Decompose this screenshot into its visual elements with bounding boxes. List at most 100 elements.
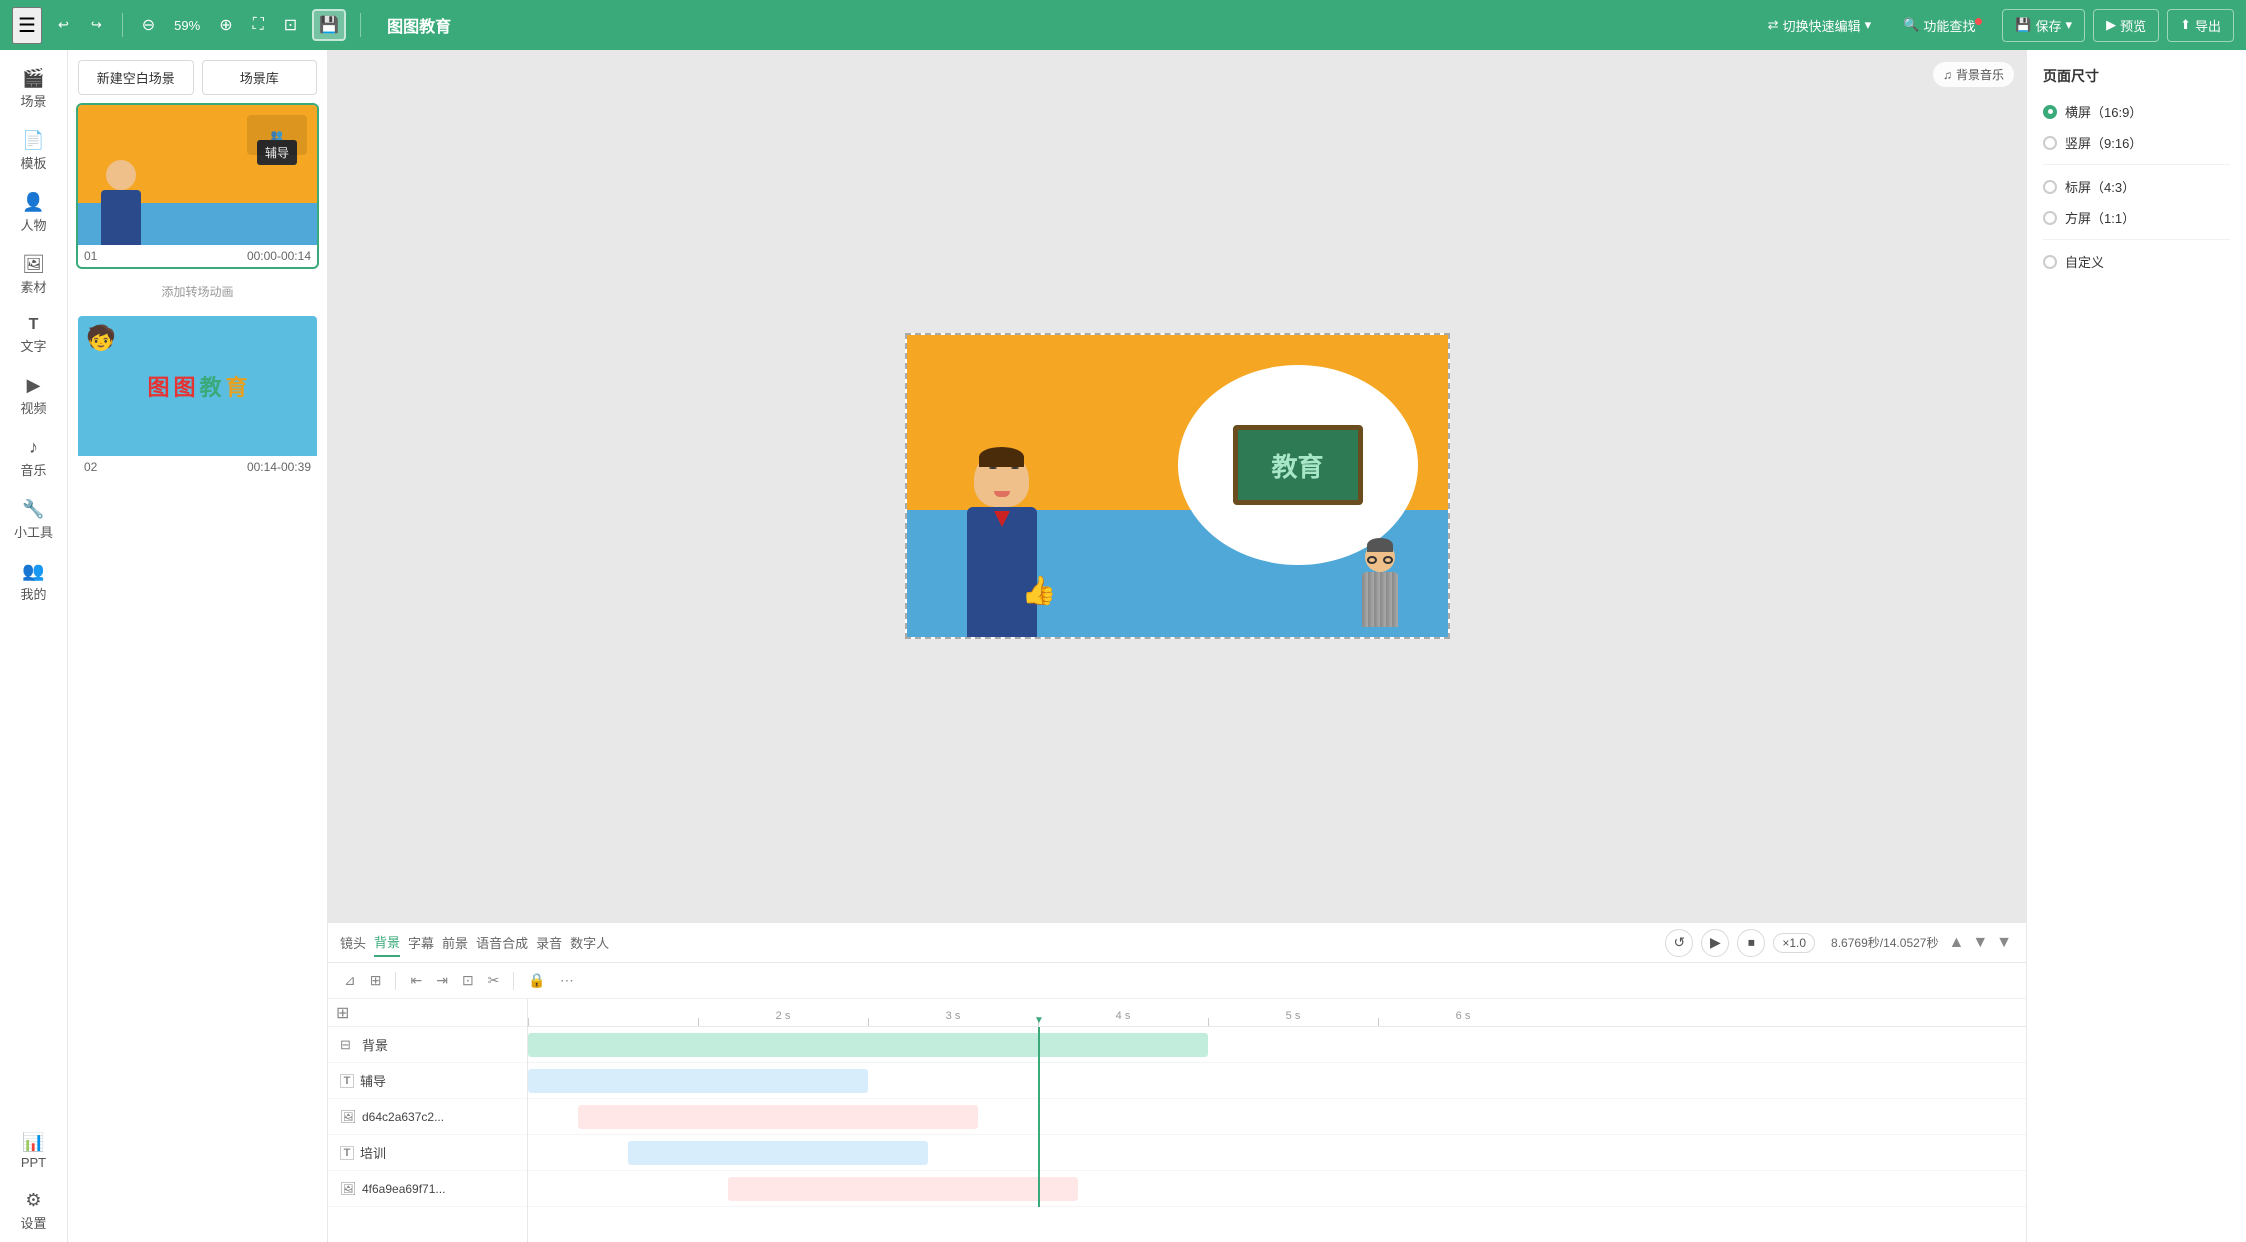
music-icon: ♪: [29, 437, 38, 458]
tab-lens[interactable]: 镜头: [340, 929, 366, 956]
layer-text-2[interactable]: T 培训: [328, 1135, 527, 1171]
add-transition-button[interactable]: 添加转场动画: [76, 277, 319, 306]
sidebar-item-scene[interactable]: 🎬 场景: [0, 58, 67, 120]
new-blank-scene-button[interactable]: 新建空白场景: [78, 60, 194, 95]
sidebar-item-character[interactable]: 👤 人物: [0, 182, 67, 244]
layer-image-1[interactable]: 🖼 d64c2a637c2...: [328, 1099, 527, 1135]
replay-button[interactable]: ↺: [1665, 929, 1693, 957]
arrow-down-icon: ▾: [1865, 17, 1872, 33]
timeline-ruler: 2 s 3 s 4 s 5 s 6 s: [528, 999, 2026, 1027]
timeline-up-arrow[interactable]: ▲: [1946, 934, 1966, 952]
scene-card-01[interactable]: 辅导 👥 01 00:00-00:14: [76, 103, 319, 269]
radio-landscape[interactable]: [2043, 105, 2057, 119]
ppt-icon: 📊: [22, 1132, 44, 1153]
radio-square[interactable]: [2043, 211, 2057, 225]
menu-button[interactable]: ☰: [12, 7, 42, 44]
grid-tool-button[interactable]: ⊞: [366, 970, 386, 991]
lock-button[interactable]: 🔒: [524, 970, 549, 991]
label-portrait: 竖屏（9:16）: [2065, 133, 2142, 152]
sidebar-label-mine: 我的: [20, 584, 46, 603]
tab-digital[interactable]: 数字人: [570, 929, 609, 956]
feature-search-button[interactable]: 🔍 功能查找: [1891, 10, 1994, 41]
tab-record[interactable]: 录音: [536, 929, 562, 956]
tab-foreground[interactable]: 前景: [442, 929, 468, 956]
bg-layer-icon: ⊟: [340, 1037, 356, 1053]
zoom-out-button[interactable]: ⊖: [137, 11, 160, 39]
distribute-button[interactable]: ⊡: [458, 970, 478, 991]
save-icon: 💾: [2015, 17, 2031, 33]
timeline-down-arrow[interactable]: ▼: [1970, 934, 1990, 952]
filter-tool-button[interactable]: ⊿: [340, 970, 360, 991]
play-button[interactable]: ▶: [1701, 929, 1729, 957]
layer-bg[interactable]: ⊟ 背景: [328, 1027, 527, 1063]
track-block-img2[interactable]: [728, 1177, 1078, 1201]
scene-card-02[interactable]: 图图教育 🧒 02 00:14-00:39: [76, 314, 319, 480]
radio-portrait[interactable]: [2043, 136, 2057, 150]
sidebar-item-ppt[interactable]: 📊 PPT: [0, 1122, 67, 1180]
radio-standard[interactable]: [2043, 180, 2057, 194]
layer-text-1-label: 辅导: [360, 1071, 386, 1090]
option-portrait[interactable]: 竖屏（9:16）: [2043, 133, 2230, 152]
preview-icon: ▶: [2106, 17, 2116, 33]
track-text-1: [528, 1063, 2026, 1099]
scene-library-button[interactable]: 场景库: [202, 60, 318, 95]
option-landscape[interactable]: 横屏（16:9）: [2043, 102, 2230, 121]
zoom-in-button[interactable]: ⊕: [214, 11, 237, 39]
settings-icon: ⚙: [25, 1190, 41, 1211]
bg-music-label: 背景音乐: [1956, 66, 2004, 83]
sidebar-item-settings[interactable]: ⚙ 设置: [0, 1180, 67, 1242]
label-standard: 标屏（4:3）: [2065, 177, 2135, 196]
option-custom[interactable]: 自定义: [2043, 252, 2230, 271]
ruler-mark-3s: 3 s: [868, 1010, 1038, 1022]
timeline-toolbar: ⊿ ⊞ ⇤ ⇥ ⊡ ✂ 🔒 ⋯: [328, 963, 2026, 999]
track-image-2: [528, 1171, 2026, 1207]
fullscreen-button[interactable]: ⛶: [248, 12, 269, 38]
sidebar-item-material[interactable]: 🖼 素材: [0, 244, 67, 306]
export-button[interactable]: ⬆ 导出: [2167, 9, 2234, 42]
radio-custom[interactable]: [2043, 255, 2057, 269]
timeline-collapse[interactable]: ▼: [1994, 934, 2014, 952]
sidebar-item-mine[interactable]: 👥 我的: [0, 551, 67, 613]
align-right-button[interactable]: ⇥: [432, 970, 452, 991]
center-area: ♫ 背景音乐: [328, 50, 2026, 1242]
fit-button[interactable]: ⊡: [279, 11, 302, 39]
track-block-bg[interactable]: [528, 1033, 1208, 1057]
layer-image-2[interactable]: 🖼 4f6a9ea69f71...: [328, 1171, 527, 1207]
text-layer-icon-1: T: [340, 1074, 354, 1088]
sidebar-label-ppt: PPT: [21, 1155, 46, 1170]
video-icon: ▶: [27, 375, 41, 396]
more-tool-button[interactable]: ⋯: [556, 970, 578, 991]
sidebar-item-template[interactable]: 📄 模板: [0, 120, 67, 182]
save-icon-button[interactable]: 💾: [312, 9, 346, 41]
timeline-body: ⊞ ⊟ 背景 T 辅导 🖼 d64c2a637c2...: [328, 999, 2026, 1242]
timeline-time-display: 8.6769秒/14.0527秒: [1831, 934, 1938, 951]
tab-bg[interactable]: 背景: [374, 928, 400, 957]
track-block-text1[interactable]: [528, 1069, 868, 1093]
trim-button[interactable]: ✂: [484, 970, 504, 991]
stop-button[interactable]: ⏹: [1737, 929, 1765, 957]
align-left-button[interactable]: ⇤: [406, 970, 426, 991]
sidebar-item-music[interactable]: ♪ 音乐: [0, 427, 67, 489]
timeline-label-header: ⊞: [328, 999, 527, 1027]
option-standard[interactable]: 标屏（4:3）: [2043, 177, 2230, 196]
redo-button[interactable]: ↪: [85, 13, 108, 37]
timeline-tracks[interactable]: 2 s 3 s 4 s 5 s 6 s: [528, 999, 2026, 1242]
speed-control[interactable]: ×1.0: [1773, 933, 1815, 953]
sidebar-item-video[interactable]: ▶ 视频: [0, 365, 67, 427]
tools-icon: 🔧: [22, 499, 44, 520]
undo-button[interactable]: ↩: [52, 13, 75, 37]
track-block-img1[interactable]: [578, 1105, 978, 1129]
layer-text-1[interactable]: T 辅导: [328, 1063, 527, 1099]
sidebar-item-text[interactable]: T 文字: [0, 306, 67, 365]
save-button[interactable]: 💾 保存 ▾: [2002, 9, 2085, 42]
tab-tts[interactable]: 语音合成: [476, 929, 528, 956]
track-block-text2[interactable]: [628, 1141, 928, 1165]
switch-mode-button[interactable]: ⇄ 切换快速编辑 ▾: [1756, 10, 1883, 41]
tab-subtitle[interactable]: 字幕: [408, 929, 434, 956]
preview-button[interactable]: ▶ 预览: [2093, 9, 2159, 42]
bg-music-button[interactable]: ♫ 背景音乐: [1933, 62, 2014, 87]
label-custom: 自定义: [2065, 252, 2104, 271]
option-square[interactable]: 方屏（1:1）: [2043, 208, 2230, 227]
scene-02-id: 02: [84, 460, 97, 474]
sidebar-item-tools[interactable]: 🔧 小工具: [0, 489, 67, 551]
